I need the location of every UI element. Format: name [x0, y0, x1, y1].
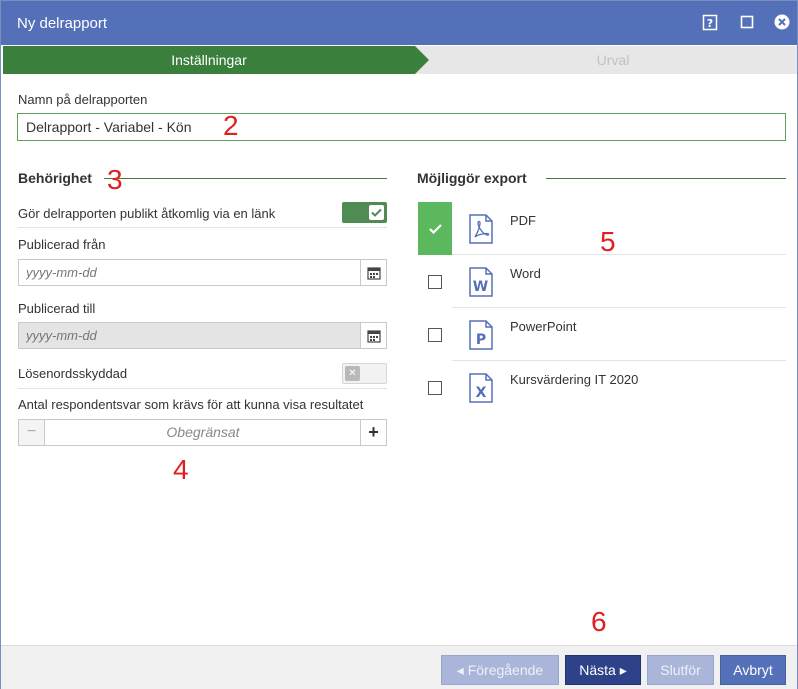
powerpoint-icon: P — [452, 308, 510, 361]
respondents-stepper: − Obegränsat + — [18, 419, 387, 446]
divider — [18, 388, 387, 389]
chevron-left-icon: ◂ — [456, 662, 468, 678]
help-icon[interactable]: ? — [701, 13, 719, 31]
report-name-input[interactable] — [17, 113, 786, 141]
previous-label: Föregående — [467, 662, 544, 678]
published-from-input[interactable] — [19, 260, 361, 285]
step-settings[interactable]: Inställningar — [3, 46, 415, 74]
export-name: PDF — [510, 213, 536, 228]
password-label: Lösenordsskyddad — [18, 366, 128, 381]
finish-button[interactable]: Slutför — [647, 655, 714, 685]
svg-text:W: W — [473, 279, 488, 295]
word-icon: W — [452, 255, 510, 308]
published-from-field — [18, 259, 387, 286]
svg-text:?: ? — [707, 17, 713, 30]
name-label: Namn på delrapporten — [18, 92, 148, 107]
export-row-excel[interactable]: X Kursvärdering IT 2020 — [418, 361, 786, 414]
export-name: Kursvärdering IT 2020 — [510, 372, 639, 387]
export-name: Word — [510, 266, 541, 281]
published-to-field — [18, 322, 387, 349]
titlebar: Ny delrapport ? — [1, 1, 797, 45]
check-icon — [369, 205, 384, 220]
decrement-button[interactable]: − — [19, 420, 45, 445]
svg-text:P: P — [476, 332, 486, 348]
window-title: Ny delrapport — [17, 15, 108, 32]
export-checkbox-excel[interactable] — [418, 361, 452, 414]
export-row-powerpoint[interactable]: P PowerPoint — [418, 308, 786, 361]
published-from-label: Publicerad från — [18, 237, 106, 252]
export-divider — [546, 178, 786, 179]
close-icon[interactable] — [773, 13, 791, 31]
dialog-window: Ny delrapport ? Inställningar Urval Namn… — [0, 0, 798, 689]
increment-button[interactable]: + — [360, 420, 386, 445]
annotation-3: 3 — [107, 164, 123, 195]
export-name: PowerPoint — [510, 319, 577, 334]
export-title: Möjliggör export — [417, 170, 527, 186]
export-checkbox-powerpoint[interactable] — [418, 308, 452, 361]
public-link-label: Gör delrapporten publikt åtkomlig via en… — [18, 206, 276, 221]
chevron-right-icon: ▸ — [615, 662, 627, 678]
calendar-icon[interactable] — [360, 323, 386, 348]
previous-button[interactable]: ◂ Föregående — [441, 655, 559, 685]
public-link-toggle[interactable] — [342, 202, 387, 223]
maximize-icon[interactable] — [738, 13, 756, 31]
annotation-4: 4 — [173, 454, 189, 485]
pdf-icon — [452, 202, 510, 255]
export-row-word[interactable]: W Word — [418, 255, 786, 308]
export-checkbox-word[interactable] — [418, 255, 452, 308]
annotation-2: 2 — [223, 110, 239, 141]
checkbox[interactable] — [428, 327, 442, 342]
respondents-value[interactable]: Obegränsat — [45, 420, 361, 445]
export-checkbox-pdf[interactable] — [418, 202, 452, 255]
permissions-title: Behörighet — [18, 170, 92, 186]
calendar-icon[interactable] — [360, 260, 386, 285]
divider — [18, 227, 387, 228]
annotation-5: 5 — [600, 226, 616, 257]
respondents-label: Antal respondentsvar som krävs för att k… — [18, 397, 364, 412]
password-toggle[interactable]: ✕ — [342, 363, 387, 384]
step-selection[interactable]: Urval — [429, 46, 797, 74]
svg-text:X: X — [476, 385, 487, 401]
checkbox[interactable] — [428, 274, 442, 289]
next-label: Nästa — [579, 662, 616, 678]
step-arrow — [415, 46, 429, 74]
annotation-6: 6 — [591, 606, 607, 637]
excel-icon: X — [452, 361, 510, 414]
published-to-label: Publicerad till — [18, 301, 96, 316]
x-icon: ✕ — [345, 366, 360, 381]
next-button[interactable]: Nästa ▸ — [565, 655, 641, 685]
wizard-steps: Inställningar Urval — [3, 46, 797, 74]
permissions-divider — [104, 178, 387, 179]
checkbox[interactable] — [428, 380, 442, 395]
published-to-input[interactable] — [19, 323, 361, 348]
cancel-button[interactable]: Avbryt — [720, 655, 786, 685]
footer: ◂ Föregående Nästa ▸ Slutför Avbryt — [1, 645, 797, 689]
